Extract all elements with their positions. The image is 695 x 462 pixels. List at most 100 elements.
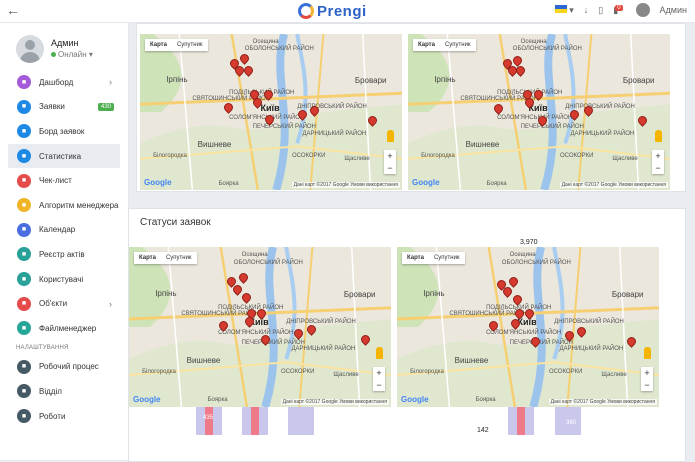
map-type-toggle: Карта Супутник bbox=[134, 252, 197, 264]
map-label-osokory: ОСОКОРКИ bbox=[291, 152, 326, 159]
sidebar-item-registry[interactable]: ■ Реєстр актів bbox=[8, 242, 120, 267]
map-type-map[interactable]: Карта bbox=[134, 252, 161, 264]
map-type-map[interactable]: Карта bbox=[402, 252, 429, 264]
map-label-shchaslyve: Щасливе bbox=[601, 371, 627, 378]
zoom-out-button[interactable]: − bbox=[652, 162, 664, 174]
algorithm-icon: ■ bbox=[17, 198, 31, 213]
map-label-shchaslyve: Щасливе bbox=[344, 155, 370, 162]
map-attribution[interactable]: Дані карт ©2017 Google Умови використанн… bbox=[559, 182, 668, 188]
chevron-right-icon: › bbox=[109, 298, 112, 309]
map-label-bilogorod: Білогородка bbox=[410, 368, 444, 375]
map-type-satellite[interactable]: Супутник bbox=[429, 252, 465, 264]
zoom-out-button[interactable]: − bbox=[641, 379, 653, 391]
pegman-icon[interactable] bbox=[376, 347, 383, 359]
map-label-obolon: ОБОЛОНСЬКИЙ РАЙОН bbox=[512, 46, 582, 53]
map-label-pechersk: ПЕЧЕРСЬКИЙ РАЙОН bbox=[252, 124, 316, 131]
user-avatar[interactable] bbox=[635, 3, 650, 17]
zoom-controls: + − bbox=[384, 150, 396, 174]
chart-value-bottom: 142 bbox=[477, 427, 489, 434]
map-type-toggle: Карта Супутник bbox=[413, 39, 476, 51]
zoom-out-button[interactable]: − bbox=[384, 162, 396, 174]
map-label-solomyan: СОЛОМ'ЯНСЬКИЙ РАЙОН bbox=[497, 115, 573, 122]
sidebar-item-file-manager[interactable]: ■ Файлменеджер bbox=[8, 316, 120, 341]
sidebar-item-label: Дашборд bbox=[39, 77, 74, 87]
sidebar-item-objects[interactable]: ■ Об'єкти › bbox=[8, 291, 120, 316]
chart-bar-3 bbox=[288, 407, 314, 435]
top-bar: ← Prengi ▾ ↓ ▯ ▮0 Админ bbox=[0, 0, 695, 23]
sidebar-item-label: Заявки bbox=[39, 102, 65, 112]
google-logo: Google bbox=[144, 178, 172, 187]
user-menu-label[interactable]: Админ bbox=[660, 5, 687, 15]
back-arrow-icon[interactable]: ← bbox=[6, 2, 20, 18]
sidebar-item-workflow[interactable]: ■ Робочий процес bbox=[8, 355, 120, 380]
map-label-obolon: ОБОЛОНСЬКИЙ РАЙОН bbox=[233, 259, 303, 266]
pegman-icon[interactable] bbox=[655, 130, 662, 142]
map-type-satellite[interactable]: Супутник bbox=[440, 39, 476, 51]
map-type-map[interactable]: Карта bbox=[145, 39, 172, 51]
map-label-bilogorod: Білогородка bbox=[142, 368, 176, 375]
map-label-oseschyna: Осещина bbox=[520, 38, 547, 45]
sidebar-item-label: Відділ bbox=[39, 386, 62, 396]
map-type-satellite[interactable]: Супутник bbox=[161, 252, 197, 264]
sidebar-item-requests[interactable]: ■ Заявки 430 bbox=[8, 95, 120, 120]
app-logo[interactable]: Prengi bbox=[298, 0, 367, 22]
pegman-icon[interactable] bbox=[644, 347, 651, 359]
map-type-map[interactable]: Карта bbox=[413, 39, 440, 51]
sidebar-item-stats[interactable]: ■ Статистика bbox=[8, 143, 120, 169]
map-attribution[interactable]: Дані карт ©2017 Google Умови використанн… bbox=[548, 399, 657, 405]
map-type-satellite[interactable]: Супутник bbox=[172, 39, 208, 51]
user-name: Админ bbox=[51, 38, 79, 48]
sidebar-item-board[interactable]: ■ Борд заявок bbox=[8, 119, 120, 144]
zoom-in-button[interactable]: + bbox=[373, 367, 385, 379]
zoom-in-button[interactable]: + bbox=[652, 150, 664, 162]
top-bar-actions: ▾ ↓ ▯ ▮0 Админ bbox=[554, 3, 687, 17]
map-label-vyshneve: Вишневе bbox=[186, 355, 221, 365]
sidebar-item-dashboard[interactable]: ■ Дашборд › bbox=[8, 70, 120, 95]
sidebar-item-label: Робочий процес bbox=[39, 362, 99, 372]
map-label-podil: ПОДІЛЬСЬКИЙ РАЙОН bbox=[229, 90, 295, 97]
ukraine-flag-icon bbox=[554, 4, 567, 13]
map-view[interactable]: ОБОЛОНСЬКИЙ РАЙОН Ірпінь Бровари СВЯТОШИНСЬ… bbox=[129, 247, 391, 407]
map-view[interactable]: ОБОЛОНСЬКИЙ РАЙОН Ірпінь Бровари СВЯТОШИНСЬ… bbox=[408, 34, 670, 190]
user-profile[interactable]: Админ Онлайн ▾ bbox=[16, 35, 126, 65]
sidebar-item-checklist[interactable]: ■ Чек-лист bbox=[8, 168, 120, 193]
map-label-shchaslyve: Щасливе bbox=[612, 155, 638, 162]
map-label-vyshneve: Вишневе bbox=[197, 140, 232, 150]
sidebar-item-label: Статистика bbox=[39, 151, 82, 161]
chevron-right-icon: › bbox=[109, 77, 112, 88]
language-selector[interactable]: ▾ bbox=[554, 4, 574, 16]
zoom-in-button[interactable]: + bbox=[641, 367, 653, 379]
sidebar-item-label: Борд заявок bbox=[39, 126, 85, 136]
map-view[interactable]: ОБОЛОНСЬКИЙ РАЙОН Ірпінь Бровари СВЯТОШИНСЬ… bbox=[397, 247, 659, 407]
sidebar-item-department[interactable]: ■ Відділ bbox=[8, 379, 120, 404]
checklist-icon: ■ bbox=[17, 173, 31, 188]
map-label-vyshneve: Вишневе bbox=[454, 355, 489, 365]
map-label-pechersk: ПЕЧЕРСЬКИЙ РАЙОН bbox=[509, 339, 573, 346]
sidebar-item-algorithm[interactable]: ■ Алгоритм менеджера bbox=[8, 193, 120, 218]
zoom-controls: + − bbox=[641, 367, 653, 391]
requests-icon: ■ bbox=[17, 99, 31, 114]
map-attribution[interactable]: Дані карт ©2017 Google Умови використанн… bbox=[291, 182, 400, 188]
sidebar-item-tools[interactable]: ■ Роботи bbox=[8, 404, 120, 429]
sidebar-item-users[interactable]: ■ Користувачі bbox=[8, 267, 120, 292]
chart-value-top: 3,970 bbox=[520, 239, 538, 246]
chart-bar-4-fill bbox=[517, 407, 525, 435]
zoom-in-button[interactable]: + bbox=[384, 150, 396, 162]
map-label-solomyan: СОЛОМ'ЯНСЬКИЙ РАЙОН bbox=[486, 330, 562, 337]
sidebar-item-label: Чек-лист bbox=[39, 176, 72, 186]
notifications-icon[interactable]: ▯ bbox=[598, 5, 603, 16]
user-status[interactable]: Онлайн ▾ bbox=[51, 50, 93, 59]
map-view[interactable]: ОБОЛОНСЬКИЙ РАЙОН Ірпінь Бровари СВЯТОШИНСЬ… bbox=[140, 34, 402, 190]
zoom-out-button[interactable]: − bbox=[373, 379, 385, 391]
sidebar-item-calendar[interactable]: ■ Календар bbox=[8, 218, 120, 243]
map-label-osokory: ОСОКОРКИ bbox=[280, 368, 315, 375]
messages-icon[interactable]: ▮0 bbox=[613, 4, 625, 16]
pegman-icon[interactable] bbox=[387, 130, 394, 142]
map-label-boyarka: Боярка bbox=[218, 180, 239, 187]
map-label-kyiv: Київ bbox=[260, 102, 280, 113]
map-label-irpin: Ірпінь bbox=[434, 74, 456, 84]
map-attribution[interactable]: Дані карт ©2017 Google Умови використанн… bbox=[280, 399, 389, 405]
sidebar: Админ Онлайн ▾ ■ Дашборд › ■ Заявки 430 ■ Борд … bbox=[0, 23, 129, 460]
avatar bbox=[16, 35, 44, 63]
download-icon[interactable]: ↓ bbox=[584, 5, 589, 15]
